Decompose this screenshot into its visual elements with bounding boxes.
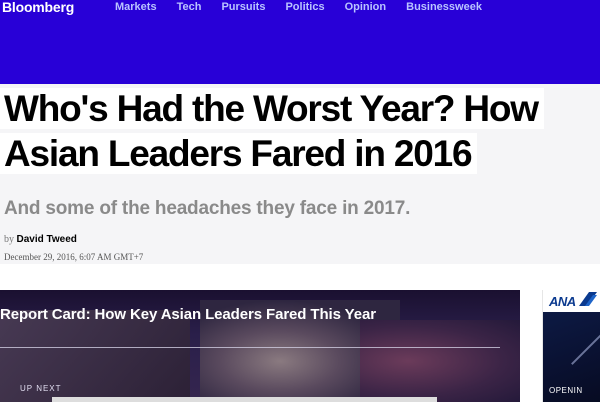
article-dek: And some of the headaches they face in 2… [4, 198, 411, 219]
byline-prefix: by [4, 234, 14, 245]
article-headline: Who's Had the Worst Year? How Asian Lead… [0, 86, 600, 176]
bloomberg-logo[interactable]: Bloomberg [2, 0, 74, 15]
ana-wing-icon [579, 292, 597, 306]
up-next-thumbnail-strip[interactable] [52, 397, 437, 402]
masthead: Bloomberg Markets Tech Pursuits Politics… [0, 0, 600, 84]
publish-date: December 29, 2016, 6:07 AM GMT+7 [4, 252, 144, 262]
ad-text: OPENIN [549, 386, 583, 395]
nav-item-pursuits[interactable]: Pursuits [221, 1, 265, 13]
nav-item-opinion[interactable]: Opinion [345, 1, 387, 13]
advertisement[interactable]: ANA OPENIN [542, 290, 600, 402]
ad-logo: ANA [549, 294, 576, 309]
author-link[interactable]: David Tweed [17, 234, 77, 245]
main-nav: Markets Tech Pursuits Politics Opinion B… [115, 1, 502, 13]
ad-light-streak [571, 321, 600, 365]
headline-line-1: Who's Had the Worst Year? How [0, 88, 544, 129]
nav-item-businessweek[interactable]: Businessweek [406, 1, 482, 13]
video-divider [0, 347, 500, 348]
headline-line-2: Asian Leaders Fared in 2016 [0, 133, 478, 174]
nav-item-markets[interactable]: Markets [115, 1, 157, 13]
nav-item-tech[interactable]: Tech [177, 1, 202, 13]
up-next-label: UP NEXT [20, 384, 62, 393]
byline: by David Tweed [4, 234, 77, 245]
video-title[interactable]: Report Card: How Key Asian Leaders Fared… [0, 306, 376, 323]
video-player[interactable]: Report Card: How Key Asian Leaders Fared… [0, 290, 520, 402]
video-frame-right [360, 320, 520, 402]
nav-item-politics[interactable]: Politics [285, 1, 324, 13]
